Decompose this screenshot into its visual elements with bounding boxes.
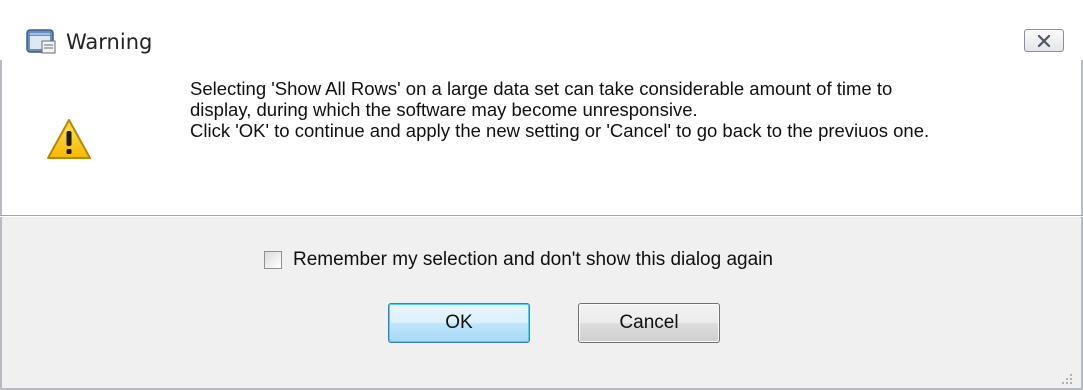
remember-selection-checkbox[interactable] bbox=[264, 251, 282, 269]
message-panel: Selecting 'Show All Rows' on a large dat… bbox=[0, 60, 1083, 215]
message-text: Selecting 'Show All Rows' on a large dat… bbox=[190, 78, 1070, 141]
message-line: Click 'OK' to continue and apply the new… bbox=[190, 120, 930, 141]
window-app-icon bbox=[26, 27, 57, 55]
message-line: Selecting 'Show All Rows' on a large dat… bbox=[190, 78, 893, 99]
message-line: display, during which the software may b… bbox=[190, 99, 698, 120]
close-icon bbox=[1037, 34, 1051, 47]
resize-grip-icon[interactable] bbox=[1059, 370, 1073, 384]
remember-selection-option[interactable]: Remember my selection and don't show thi… bbox=[264, 247, 773, 273]
action-panel: Remember my selection and don't show thi… bbox=[0, 217, 1083, 390]
remember-selection-label[interactable]: Remember my selection and don't show thi… bbox=[293, 249, 773, 271]
ok-button[interactable]: OK bbox=[388, 303, 530, 343]
window-title: Warning bbox=[66, 30, 153, 54]
cancel-button[interactable]: Cancel bbox=[578, 303, 720, 343]
close-button[interactable] bbox=[1024, 29, 1064, 52]
warning-dialog: Warning Selecting 'Show All Rows' on a l… bbox=[0, 0, 1083, 390]
warning-icon bbox=[46, 118, 92, 160]
